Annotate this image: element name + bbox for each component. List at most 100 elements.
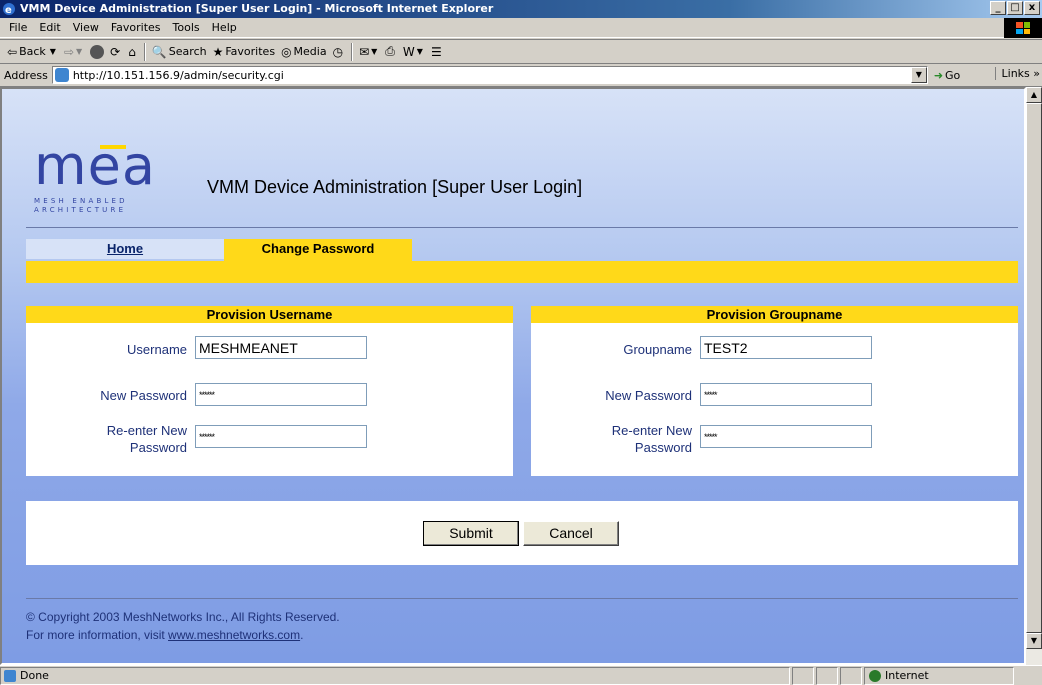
back-dropdown-icon[interactable]: ▼ (50, 47, 56, 56)
scroll-up-icon[interactable]: ▲ (1026, 87, 1042, 103)
button-area: Submit Cancel (26, 501, 1018, 565)
reenter-label-line1: Re-enter New (106, 423, 187, 438)
scroll-down-icon[interactable]: ▼ (1026, 633, 1042, 649)
svg-text:e: e (5, 5, 12, 16)
username-input[interactable] (195, 336, 367, 359)
page-viewport: mea MESH ENABLED ARCHITECTURE VMM Device … (0, 87, 1026, 665)
history-icon: ◷ (332, 44, 344, 59)
forward-dropdown-icon: ▼ (76, 47, 83, 56)
menu-view[interactable]: View (68, 21, 106, 34)
reenter-password-input[interactable] (700, 425, 872, 448)
new-password-input[interactable] (700, 383, 872, 406)
status-page-icon (4, 669, 16, 682)
new-password-label: New Password (100, 388, 187, 403)
address-dropdown-icon[interactable]: ▼ (910, 67, 927, 83)
menu-bar: File Edit View Favorites Tools Help (0, 18, 1042, 38)
globe-icon (869, 669, 881, 682)
home-icon: ⌂ (128, 44, 136, 59)
panel-heading: Provision Username (26, 306, 513, 323)
address-bar: Address http://10.151.156.9/admin/securi… (0, 63, 1042, 87)
discuss-button[interactable]: ☰ (428, 42, 447, 62)
tab-home[interactable]: Home (26, 239, 224, 259)
favorites-icon: ★ (212, 44, 224, 59)
footer: © Copyright 2003 MeshNetworks Inc., All … (26, 610, 340, 642)
print-button[interactable]: ⎙ (382, 42, 400, 62)
reenter-label-line1: Re-enter New (611, 423, 692, 438)
logo-text: mea (34, 134, 156, 197)
history-button[interactable]: ◷ (330, 42, 348, 62)
security-zone: Internet (864, 666, 1014, 685)
search-button[interactable]: 🔍 Search (149, 42, 210, 62)
meshnetworks-link[interactable]: www.meshnetworks.com (168, 628, 300, 642)
footer-divider (26, 598, 1018, 599)
window-title: VMM Device Administration [Super User Lo… (20, 2, 494, 15)
menu-tools[interactable]: Tools (168, 21, 207, 34)
status-pane (792, 666, 814, 685)
new-password-label: New Password (605, 388, 692, 403)
media-button[interactable]: ◎ Media (278, 42, 330, 62)
submit-button[interactable]: Submit (423, 521, 519, 546)
discuss-icon: ☰ (430, 44, 442, 59)
refresh-button[interactable]: ⟳ (107, 42, 125, 62)
search-icon: 🔍 (151, 44, 167, 59)
close-button[interactable]: x (1024, 1, 1040, 15)
address-url: http://10.151.156.9/admin/security.cgi (72, 68, 284, 82)
toolbar: ⇦ Back ▼ ⇨ ▼ ⟳ ⌂ 🔍 Search ★ Favorites ◎ Media … (0, 39, 1042, 63)
edit-button[interactable]: W ▼ (400, 42, 428, 62)
minimize-button[interactable]: _ (990, 1, 1006, 15)
edit-dropdown-icon: ▼ (416, 47, 423, 56)
menu-help[interactable]: Help (207, 21, 244, 34)
provision-groupname-panel: Provision Groupname Groupname New Passwo… (531, 306, 1018, 476)
windows-logo-icon (1004, 18, 1042, 38)
links-button[interactable]: Links » (994, 67, 1040, 80)
toolbar-separator (143, 42, 146, 61)
go-button[interactable]: ➜ Go (934, 69, 960, 82)
go-icon: ➜ (933, 68, 944, 82)
menu-edit[interactable]: Edit (34, 21, 67, 34)
copyright-text: © Copyright 2003 MeshNetworks Inc., All … (26, 610, 340, 624)
menu-favorites[interactable]: Favorites (106, 21, 168, 34)
tab-bar: Home Change Password (26, 239, 1018, 283)
ie-icon: e (3, 3, 15, 16)
forward-arrow-icon: ⇨ (63, 44, 74, 59)
status-text: Done (20, 669, 49, 682)
new-password-input[interactable] (195, 383, 367, 406)
more-info-text: For more information, visit (26, 628, 169, 642)
menu-file[interactable]: File (4, 21, 34, 34)
tab-change-password[interactable]: Change Password (224, 239, 412, 261)
mea-logo: mea MESH ENABLED ARCHITECTURE (34, 139, 164, 219)
reenter-label-line2: Password (634, 440, 692, 455)
media-icon: ◎ (281, 44, 292, 59)
stop-button[interactable] (87, 42, 107, 62)
address-input[interactable]: http://10.151.156.9/admin/security.cgi ▼ (51, 66, 928, 84)
status-pane (840, 666, 862, 685)
cancel-button[interactable]: Cancel (523, 521, 619, 546)
provision-username-panel: Provision Username Username New Password… (26, 306, 513, 476)
groupname-label: Groupname (623, 342, 692, 357)
maximize-button[interactable]: □ (1007, 1, 1023, 15)
logo-subtitle-2: ARCHITECTURE (34, 206, 127, 214)
window-title-bar: e VMM Device Administration [Super User … (0, 0, 1042, 18)
vertical-scrollbar[interactable]: ▲ ▼ (1026, 87, 1042, 665)
mail-icon: ✉ (359, 44, 370, 59)
forward-button[interactable]: ⇨ ▼ (61, 42, 87, 62)
address-label: Address (4, 68, 48, 82)
tab-strip (26, 261, 1018, 283)
logo-accent (100, 145, 126, 149)
back-arrow-icon: ⇦ (7, 44, 18, 59)
mail-dropdown-icon: ▼ (371, 47, 378, 56)
mail-button[interactable]: ✉ ▼ (356, 42, 382, 62)
scroll-thumb[interactable] (1026, 103, 1042, 633)
page-icon (54, 68, 69, 82)
panel-heading: Provision Groupname (531, 306, 1018, 323)
reenter-label-line2: Password (129, 440, 187, 455)
header-divider (26, 227, 1018, 228)
favorites-button[interactable]: ★ Favorites (210, 42, 278, 62)
edit-icon: W (402, 44, 415, 59)
back-button[interactable]: ⇦ Back ▼ (4, 42, 61, 62)
page-title: VMM Device Administration [Super User Lo… (207, 177, 583, 197)
home-button[interactable]: ⌂ (125, 42, 141, 62)
reenter-password-input[interactable] (195, 425, 367, 448)
groupname-input[interactable] (700, 336, 872, 359)
status-bar: Done Internet (0, 665, 1042, 685)
